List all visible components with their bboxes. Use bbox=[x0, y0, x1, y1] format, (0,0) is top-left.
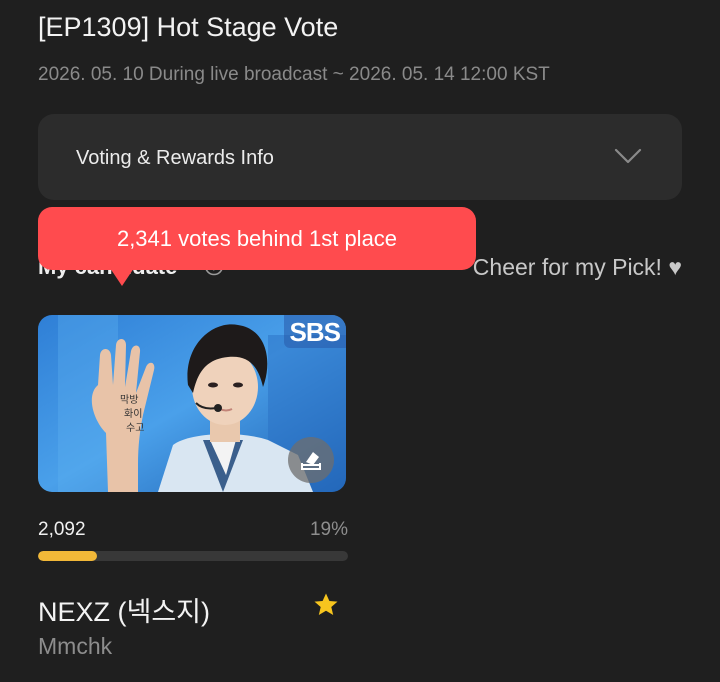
page-title: [EP1309] Hot Stage Vote bbox=[38, 12, 339, 42]
broadcaster-logo: SBS bbox=[283, 315, 346, 348]
vote-count: 2,092 bbox=[38, 519, 86, 540]
vote-percent: 19% bbox=[309, 519, 348, 540]
ballot-box-icon bbox=[301, 452, 321, 470]
vote-progress-fill bbox=[38, 551, 97, 561]
svg-text:화이: 화이 bbox=[124, 408, 142, 420]
song-title: Mmchk bbox=[38, 633, 113, 659]
tooltip-text: 2,341 votes behind 1st place bbox=[116, 225, 398, 251]
votes-behind-tooltip: 2,341 votes behind 1st place bbox=[38, 207, 476, 270]
svg-text:막방: 막방 bbox=[120, 394, 138, 406]
cheer-message: Cheer for my Pick! ♥ bbox=[472, 254, 682, 280]
vote-progress-bar bbox=[38, 551, 348, 561]
candidate-name: NEXZ (넥스지) bbox=[38, 597, 211, 627]
candidate-thumbnail[interactable]: 막방 화이 수고 SBS bbox=[38, 315, 346, 492]
info-card-label: Voting & Rewards Info bbox=[76, 147, 274, 169]
vote-period: 2026. 05. 10 During live broadcast ~ 202… bbox=[38, 64, 550, 85]
vote-button[interactable] bbox=[288, 437, 334, 483]
svg-text:수고: 수고 bbox=[126, 422, 144, 434]
tooltip-tail bbox=[110, 268, 134, 286]
voting-rewards-info-card[interactable]: Voting & Rewards Info bbox=[38, 114, 682, 200]
star-icon[interactable] bbox=[313, 592, 339, 618]
chevron-down-icon[interactable] bbox=[614, 142, 642, 170]
